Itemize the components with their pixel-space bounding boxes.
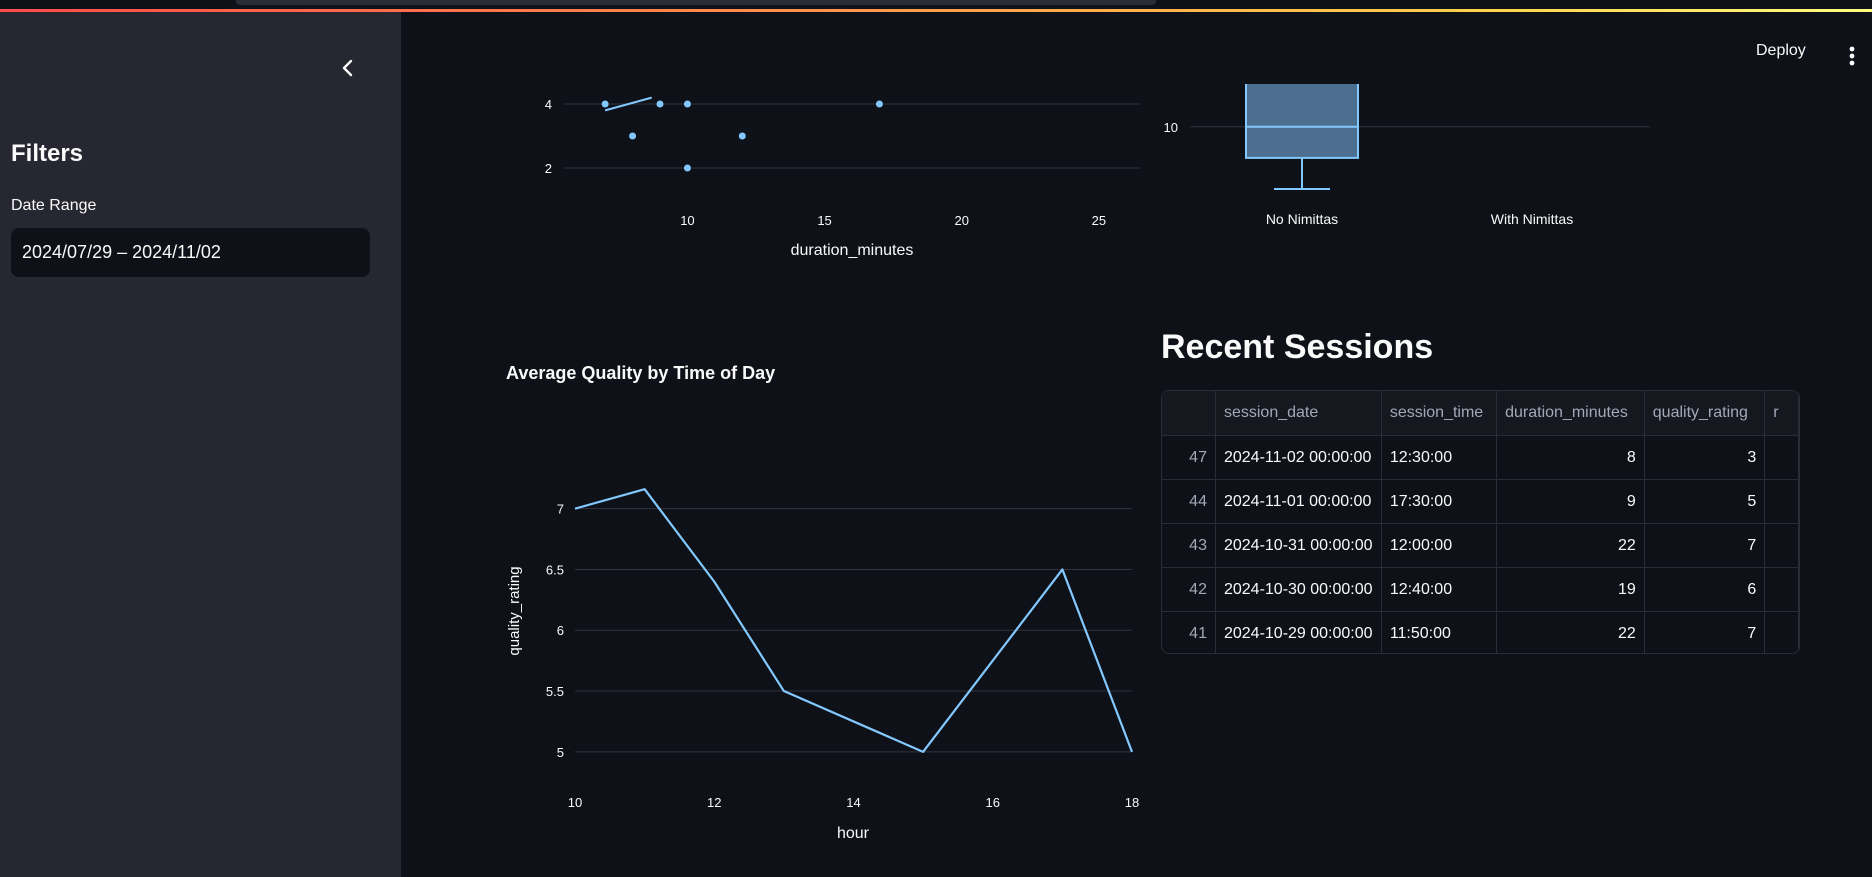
- scatter-x-tick-label: 20: [954, 213, 968, 228]
- recent-sessions-table[interactable]: session_date session_time duration_minut…: [1161, 390, 1800, 654]
- main-menu-button[interactable]: [1842, 44, 1862, 68]
- scatter-x-axis-label: duration_minutes: [791, 242, 914, 259]
- table-row[interactable]: 41 2024-10-29 00:00:00 11:50:00 22 7: [1162, 611, 1799, 653]
- cell-session-time: 12:40:00: [1381, 567, 1498, 612]
- box-iqr: [1245, 84, 1359, 159]
- column-header-quality-rating[interactable]: quality_rating: [1644, 391, 1766, 436]
- table-row[interactable]: 42 2024-10-30 00:00:00 12:40:00 19 6: [1162, 567, 1799, 612]
- more-vertical-icon: [1849, 46, 1855, 66]
- line-y-tick-label: 7: [557, 502, 564, 517]
- chevron-left-icon: [342, 59, 353, 77]
- scatter-point: [683, 164, 691, 172]
- table-header-row: session_date session_time duration_minut…: [1162, 391, 1799, 436]
- sidebar: Filters Date Range 2024/07/29 – 2024/11/…: [0, 12, 401, 877]
- cell-truncated: [1764, 611, 1799, 653]
- line-x-tick-label: 14: [846, 795, 860, 810]
- cell-quality-rating: 3: [1644, 435, 1766, 480]
- recent-sessions-title: Recent Sessions: [1161, 328, 1434, 366]
- line-x-tick-label: 18: [1125, 795, 1139, 810]
- scatter-x-tick-label: 10: [680, 213, 694, 228]
- cell-session-time: 12:30:00: [1381, 435, 1498, 480]
- deploy-button[interactable]: Deploy: [1756, 42, 1806, 60]
- row-index: 42: [1162, 567, 1216, 612]
- scatter-y-tick-label: 4: [545, 97, 552, 112]
- column-header-session-time[interactable]: session_time: [1381, 391, 1498, 436]
- scatter-point: [629, 132, 637, 140]
- box-chart: 10 No Nimittas With Nimittas: [1164, 84, 1650, 227]
- scatter-point: [875, 100, 883, 108]
- date-range-input[interactable]: 2024/07/29 – 2024/11/02: [11, 228, 370, 277]
- cell-session-time: 12:00:00: [1381, 523, 1498, 568]
- cell-session-date: 2024-10-31 00:00:00: [1215, 523, 1382, 568]
- cell-session-date: 2024-10-29 00:00:00: [1215, 611, 1382, 653]
- line-x-tick-label: 10: [568, 795, 582, 810]
- table-row[interactable]: 47 2024-11-02 00:00:00 12:30:00 8 3: [1162, 435, 1799, 480]
- scatter-x-tick-label: 15: [817, 213, 831, 228]
- cell-quality-rating: 7: [1644, 523, 1766, 568]
- cell-session-date: 2024-11-01 00:00:00: [1215, 479, 1382, 524]
- cell-duration-minutes: 9: [1496, 479, 1645, 524]
- scatter-point: [738, 132, 746, 140]
- cell-duration-minutes: 22: [1496, 611, 1645, 653]
- cell-session-date: 2024-10-30 00:00:00: [1215, 567, 1382, 612]
- scatter-x-tick-label: 25: [1092, 213, 1106, 228]
- scatter-chart: 2 4 10 15 20 25 duration_minutes: [545, 96, 1140, 259]
- cell-session-date: 2024-11-02 00:00:00: [1215, 435, 1382, 480]
- cell-quality-rating: 6: [1644, 567, 1766, 612]
- scatter-y-tick-label: 2: [545, 161, 552, 176]
- line-chart: 5 5.5 6 6.5 7 10 12 14 16 18 hour quality_rating: [506, 488, 1139, 842]
- line-y-axis-label: quality_rating: [506, 566, 523, 655]
- column-header-truncated[interactable]: r: [1764, 391, 1799, 436]
- cell-quality-rating: 7: [1644, 611, 1766, 653]
- column-header-session-date[interactable]: session_date: [1215, 391, 1382, 436]
- scatter-point: [601, 100, 609, 108]
- line-y-tick-label: 5: [557, 745, 564, 760]
- date-range-label: Date Range: [11, 197, 97, 214]
- line-chart-title: Average Quality by Time of Day: [506, 363, 776, 383]
- cell-session-time: 17:30:00: [1381, 479, 1498, 524]
- cell-truncated: [1764, 523, 1799, 568]
- cell-session-time: 11:50:00: [1381, 611, 1498, 653]
- table-row[interactable]: 44 2024-11-01 00:00:00 17:30:00 9 5: [1162, 479, 1799, 524]
- column-header-index[interactable]: [1162, 391, 1216, 436]
- line-series: [574, 488, 1134, 753]
- row-index: 41: [1162, 611, 1216, 653]
- top-decoration-bar: [0, 0, 1872, 12]
- date-range-value: 2024/07/29 – 2024/11/02: [22, 242, 221, 262]
- cell-truncated: [1764, 479, 1799, 524]
- scatter-point: [683, 100, 691, 108]
- cell-truncated: [1764, 567, 1799, 612]
- sidebar-title: Filters: [11, 140, 84, 167]
- box-y-tick-label: 10: [1164, 120, 1178, 135]
- collapse-sidebar-button[interactable]: [334, 54, 362, 82]
- line-x-tick-label: 16: [986, 795, 1000, 810]
- cell-quality-rating: 5: [1644, 479, 1766, 524]
- column-header-duration-minutes[interactable]: duration_minutes: [1496, 391, 1645, 436]
- row-index: 47: [1162, 435, 1216, 480]
- scatter-point: [656, 100, 664, 108]
- cell-duration-minutes: 22: [1496, 523, 1645, 568]
- line-y-tick-label: 6.5: [546, 562, 564, 577]
- row-index: 44: [1162, 479, 1216, 524]
- box-category-label: With Nimittas: [1491, 211, 1573, 227]
- cell-truncated: [1764, 435, 1799, 480]
- cell-duration-minutes: 19: [1496, 567, 1645, 612]
- box-category-label: No Nimittas: [1266, 211, 1338, 227]
- cell-duration-minutes: 8: [1496, 435, 1645, 480]
- line-y-tick-label: 5.5: [546, 684, 564, 699]
- line-y-tick-label: 6: [557, 623, 564, 638]
- table-row[interactable]: 43 2024-10-31 00:00:00 12:00:00 22 7: [1162, 523, 1799, 568]
- line-x-axis-label: hour: [837, 825, 870, 842]
- browser-tab-strip: [236, 0, 1156, 5]
- row-index: 43: [1162, 523, 1216, 568]
- line-x-tick-label: 12: [707, 795, 721, 810]
